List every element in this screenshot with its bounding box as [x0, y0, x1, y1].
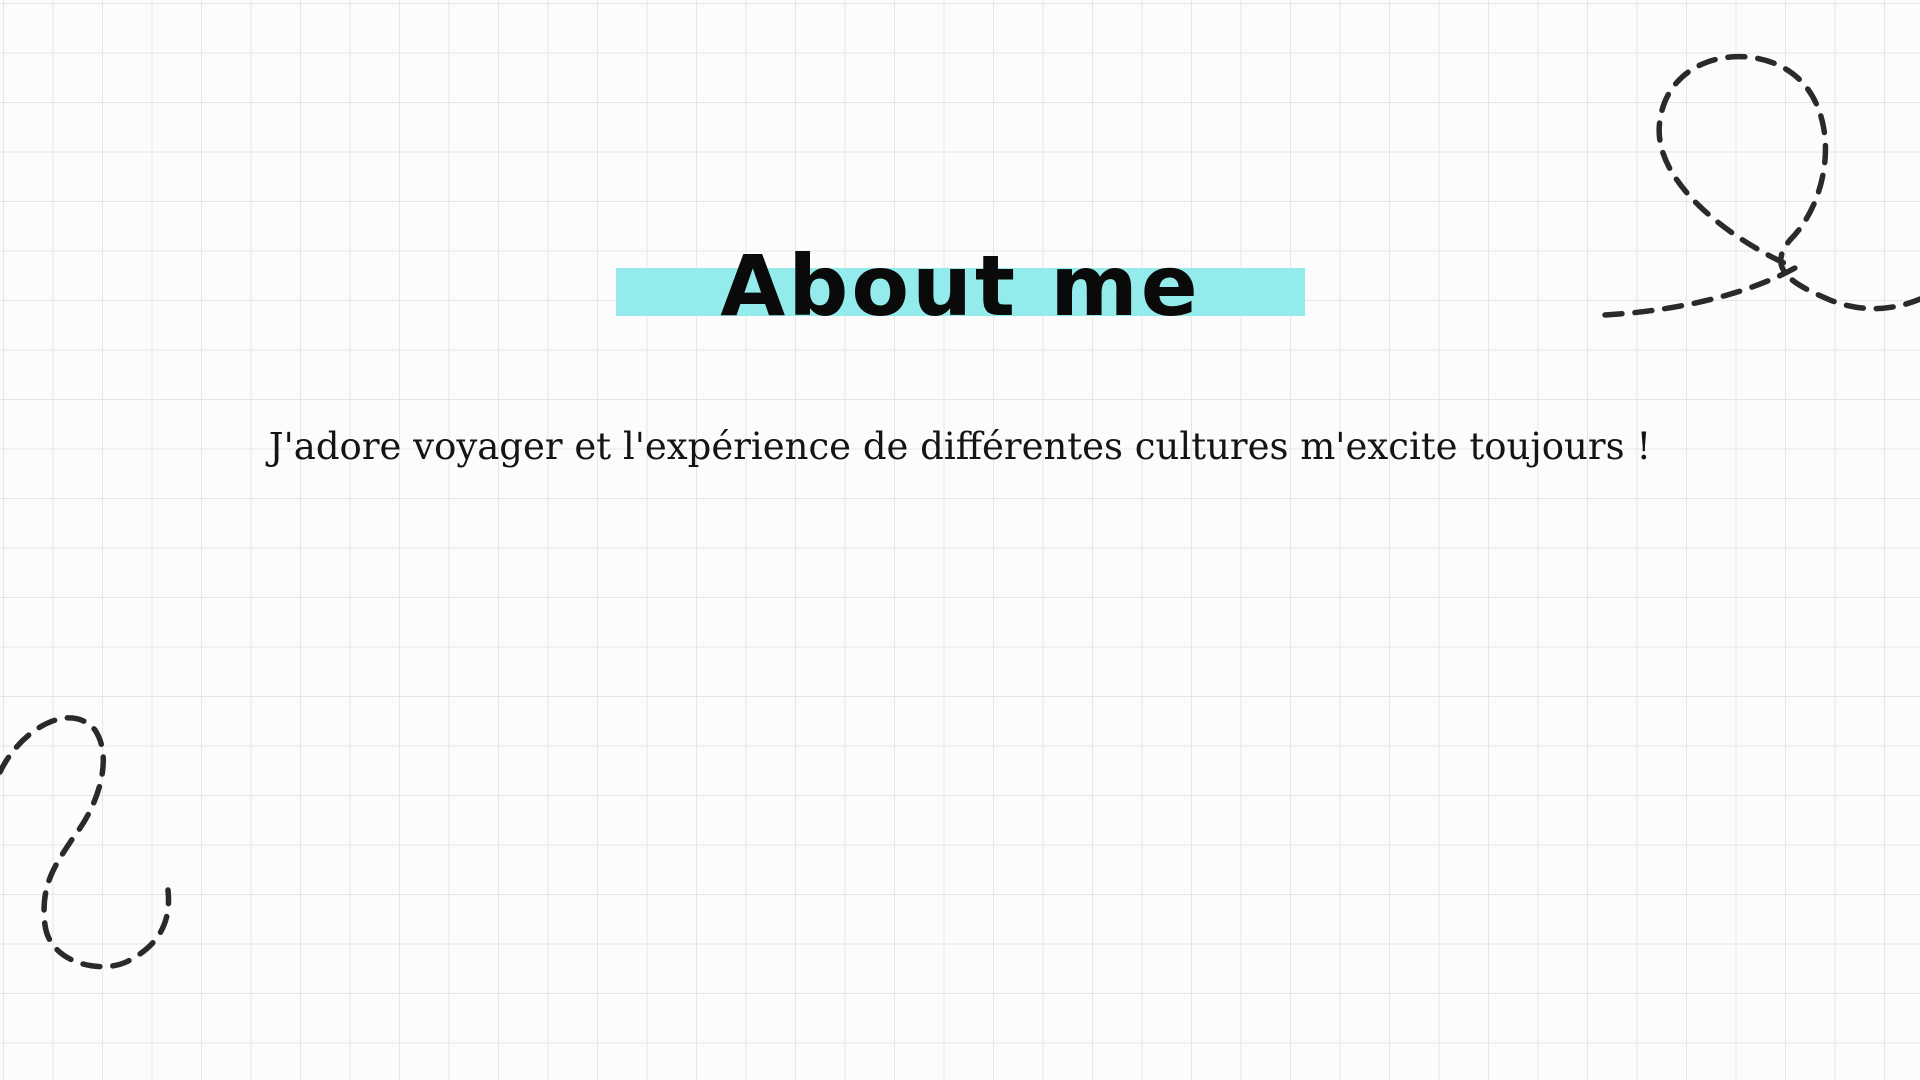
- slide-body-text: J'adore voyager et l'expérience de diffé…: [268, 425, 1652, 468]
- dashed-squiggle-doodle-bottom-left: [0, 715, 172, 970]
- slide: About me J'adore voyager et l'expérience…: [0, 0, 1920, 1080]
- dashed-loop-doodle-top-right: [1602, 53, 1920, 318]
- slide-title: About me: [720, 237, 1201, 335]
